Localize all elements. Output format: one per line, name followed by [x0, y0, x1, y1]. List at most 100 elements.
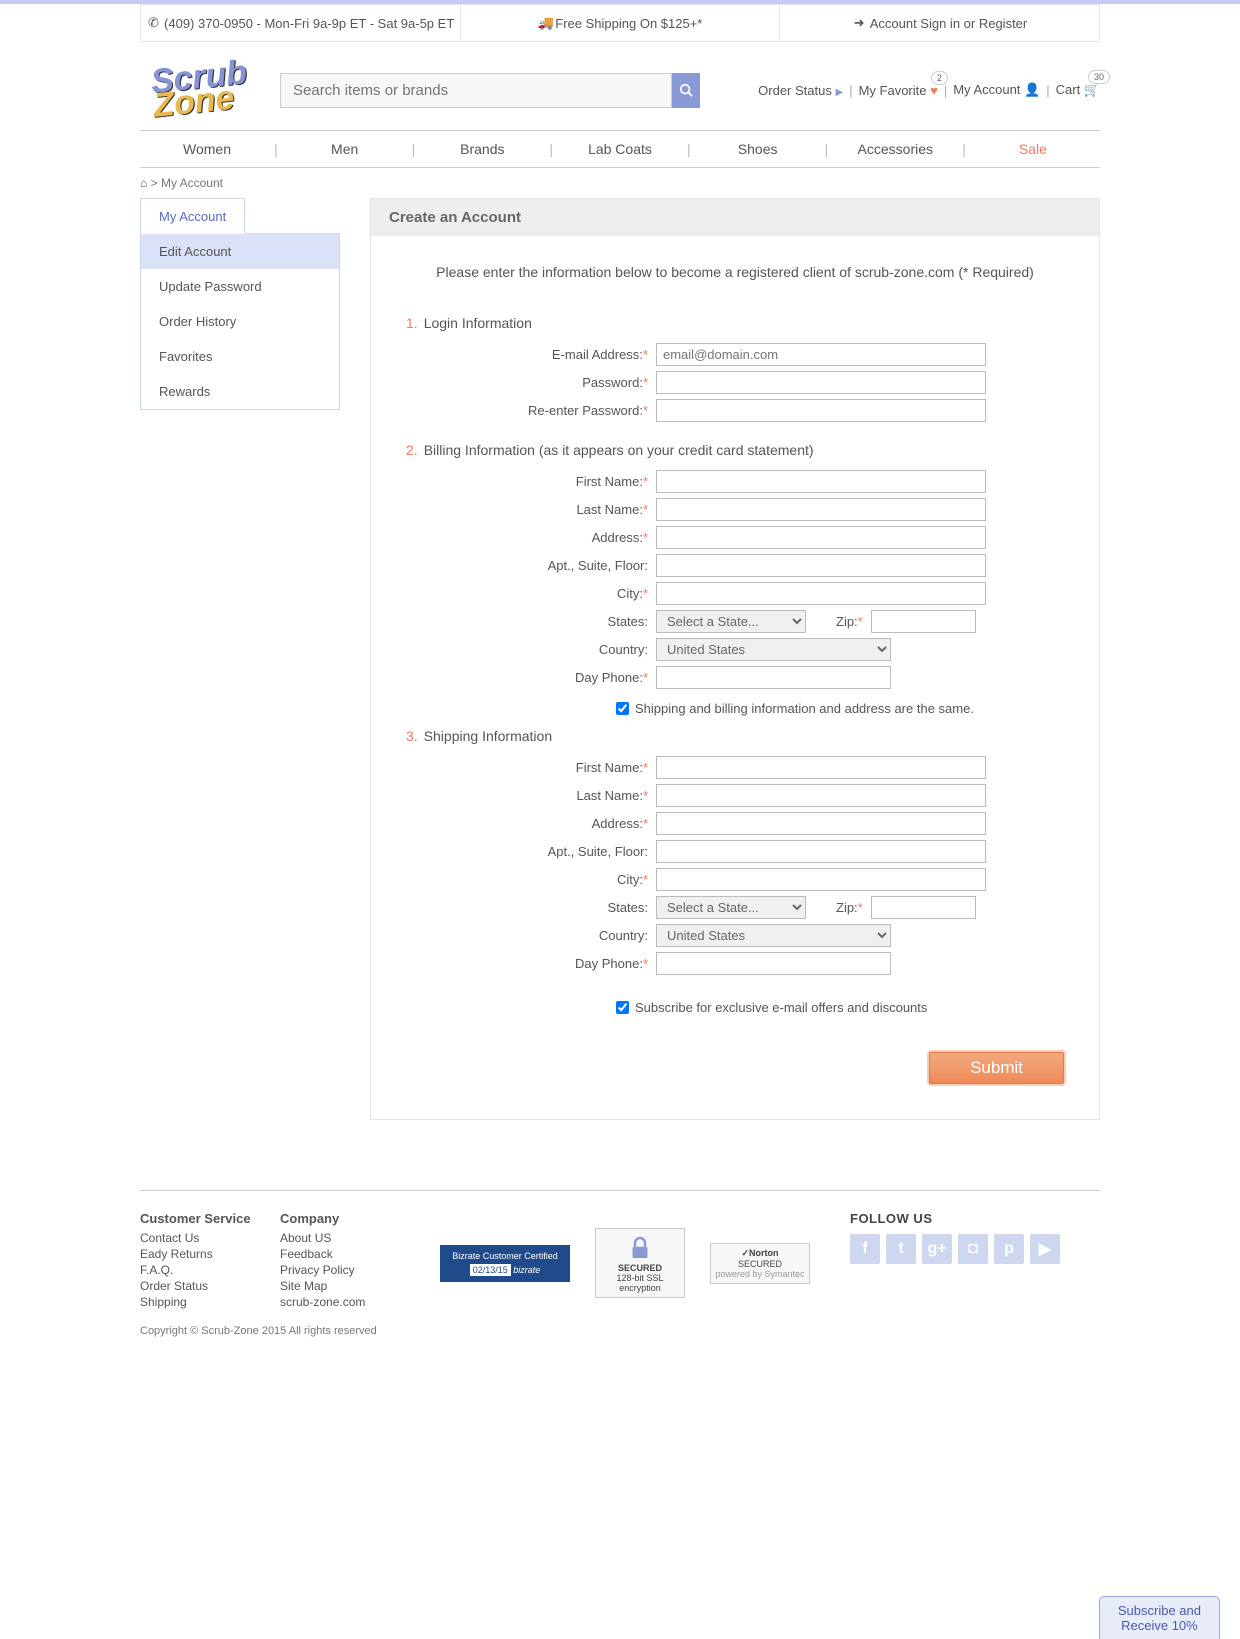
- footer-link[interactable]: scrub-zone.com: [280, 1294, 400, 1310]
- top-bar: ✆ (409) 370-0950 - Mon-Fri 9a-9p ET - Sa…: [140, 4, 1100, 42]
- billing-apt[interactable]: [656, 554, 986, 577]
- sidebar-order-history[interactable]: Order History: [141, 304, 339, 339]
- trust-seals: Bizrate Customer Certified02/13/15 bizra…: [420, 1211, 830, 1310]
- sidebar-edit-account[interactable]: Edit Account: [141, 234, 339, 269]
- shipping-phone[interactable]: [656, 952, 891, 975]
- account-signin-link[interactable]: ➜ Account Sign in or Register: [780, 5, 1099, 41]
- footer-link[interactable]: Shipping: [140, 1294, 260, 1310]
- footer-link[interactable]: Eady Returns: [140, 1246, 260, 1262]
- password-input[interactable]: [656, 371, 986, 394]
- search-box: [280, 73, 700, 108]
- account-text: Account Sign in or Register: [870, 16, 1028, 31]
- main-nav: Women| Men| Brands| Lab Coats| Shoes| Ac…: [140, 130, 1100, 168]
- sidebar-favorites[interactable]: Favorites: [141, 339, 339, 374]
- shipping-info: 🚚 Free Shipping On $125+*: [461, 5, 781, 41]
- section-billing: 2.Billing Information (as it appears on …: [406, 442, 1064, 458]
- billing-address[interactable]: [656, 526, 986, 549]
- sidebar: My Account Edit Account Update Password …: [140, 198, 340, 410]
- play-icon: ▶: [835, 87, 843, 98]
- user-icon: 👤: [1024, 82, 1040, 97]
- separator: |: [849, 83, 852, 98]
- same-address-row: Shipping and billing information and add…: [616, 701, 1064, 716]
- twitter-icon[interactable]: t: [886, 1234, 916, 1264]
- shipping-lastname[interactable]: [656, 784, 986, 807]
- search-button[interactable]: [672, 73, 700, 108]
- footer-link[interactable]: F.A.Q.: [140, 1262, 260, 1278]
- section-shipping: 3.Shipping Information: [406, 728, 1064, 744]
- home-icon[interactable]: ⌂: [140, 176, 147, 190]
- footer: Customer Service Contact Us Eady Returns…: [140, 1190, 1100, 1310]
- section-login: 1.Login Information: [406, 315, 1064, 331]
- submit-button[interactable]: Submit: [929, 1052, 1064, 1084]
- shipping-address[interactable]: [656, 812, 986, 835]
- footer-link[interactable]: Site Map: [280, 1278, 400, 1294]
- search-input[interactable]: [280, 73, 672, 108]
- googleplus-icon[interactable]: g+: [922, 1234, 952, 1264]
- footer-link[interactable]: Feedback: [280, 1246, 400, 1262]
- phone-icon: ✆: [146, 15, 160, 31]
- separator: |: [944, 83, 947, 98]
- nav-sale[interactable]: Sale: [966, 131, 1100, 167]
- subscribe-widget[interactable]: Subscribe and Receive 10%: [1099, 1596, 1220, 1639]
- phone-info: ✆ (409) 370-0950 - Mon-Fri 9a-9p ET - Sa…: [141, 5, 461, 41]
- shipping-city[interactable]: [656, 868, 986, 891]
- shipping-country[interactable]: United States: [656, 924, 891, 947]
- facebook-icon[interactable]: f: [850, 1234, 880, 1264]
- copyright: Copyright © Scrub-Zone 2015 All rights r…: [140, 1310, 1100, 1377]
- nav-shoes[interactable]: Shoes: [691, 131, 825, 167]
- instagram-icon[interactable]: ◘: [958, 1234, 988, 1264]
- bizrate-seal[interactable]: Bizrate Customer Certified02/13/15 bizra…: [440, 1245, 570, 1282]
- page-title: Create an Account: [371, 199, 1099, 236]
- footer-link[interactable]: About US: [280, 1230, 400, 1246]
- nav-labcoats[interactable]: Lab Coats: [553, 131, 687, 167]
- footer-link[interactable]: Order Status: [140, 1278, 260, 1294]
- my-account-link[interactable]: My Account 👤: [953, 82, 1040, 98]
- heart-icon: ♥: [930, 83, 938, 98]
- sidebar-rewards[interactable]: Rewards: [141, 374, 339, 409]
- logo[interactable]: ScrubZone: [140, 60, 260, 120]
- nav-men[interactable]: Men: [278, 131, 412, 167]
- email-input[interactable]: [656, 343, 986, 366]
- billing-phone[interactable]: [656, 666, 891, 689]
- separator: |: [1046, 83, 1049, 98]
- login-icon: ➜: [852, 15, 866, 31]
- footer-link[interactable]: Contact Us: [140, 1230, 260, 1246]
- logo-text: ScrubZone: [150, 61, 251, 118]
- nav-brands[interactable]: Brands: [415, 131, 549, 167]
- main-panel: Create an Account Please enter the infor…: [370, 198, 1100, 1120]
- breadcrumb-current: My Account: [161, 176, 223, 190]
- repassword-input[interactable]: [656, 399, 986, 422]
- follow-us: FOLLOW US f t g+ ◘ p ▶: [850, 1211, 1100, 1310]
- billing-state[interactable]: Select a State...: [656, 610, 806, 633]
- billing-city[interactable]: [656, 582, 986, 605]
- shipping-firstname[interactable]: [656, 756, 986, 779]
- billing-zip[interactable]: [871, 610, 976, 633]
- billing-firstname[interactable]: [656, 470, 986, 493]
- cart-badge: 30: [1088, 70, 1110, 84]
- ssl-seal[interactable]: SECURED128-bit SSL encryption: [595, 1228, 685, 1298]
- pinterest-icon[interactable]: p: [994, 1234, 1024, 1264]
- billing-lastname[interactable]: [656, 498, 986, 521]
- truck-icon: 🚚: [538, 15, 552, 31]
- youtube-icon[interactable]: ▶: [1030, 1234, 1060, 1264]
- order-status-link[interactable]: Order Status ▶: [758, 83, 843, 98]
- nav-accessories[interactable]: Accessories: [828, 131, 962, 167]
- cart-link[interactable]: Cart 🛒30: [1056, 82, 1100, 98]
- subscribe-row: Subscribe for exclusive e-mail offers an…: [616, 1000, 1064, 1015]
- favorites-link[interactable]: My Favorite ♥2: [859, 83, 938, 98]
- norton-seal[interactable]: ✓NortonSECUREDpowered by Symantec: [710, 1243, 810, 1284]
- subscribe-checkbox[interactable]: [616, 1001, 629, 1014]
- shipping-state[interactable]: Select a State...: [656, 896, 806, 919]
- shipping-text: Free Shipping On $125+*: [555, 16, 702, 31]
- footer-link[interactable]: Privacy Policy: [280, 1262, 400, 1278]
- footer-customer-service: Customer Service Contact Us Eady Returns…: [140, 1211, 260, 1310]
- header: ScrubZone Order Status ▶ | My Favorite ♥…: [140, 42, 1100, 130]
- same-address-checkbox[interactable]: [616, 702, 629, 715]
- nav-women[interactable]: Women: [140, 131, 274, 167]
- billing-country[interactable]: United States: [656, 638, 891, 661]
- phone-text: (409) 370-0950 - Mon-Fri 9a-9p ET - Sat …: [164, 16, 454, 31]
- shipping-apt[interactable]: [656, 840, 986, 863]
- sidebar-tab[interactable]: My Account: [140, 198, 245, 234]
- shipping-zip[interactable]: [871, 896, 976, 919]
- sidebar-update-password[interactable]: Update Password: [141, 269, 339, 304]
